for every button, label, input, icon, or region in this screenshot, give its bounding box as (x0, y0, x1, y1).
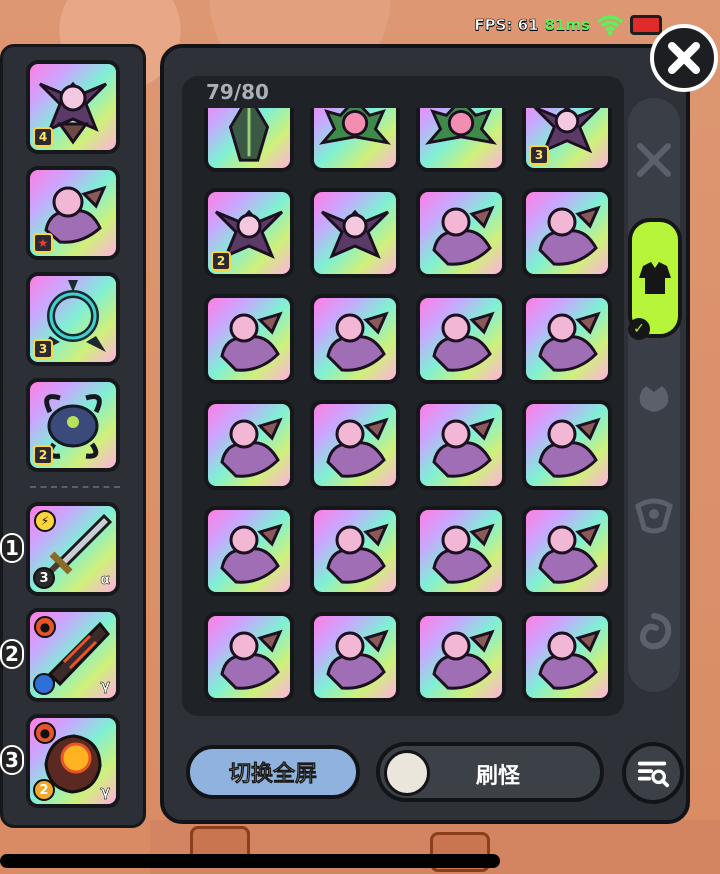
pink-dragon-icon (538, 417, 601, 478)
pink-dragon-icon (220, 311, 283, 372)
level-badge: 2 (33, 445, 53, 465)
inventory-item-pink-dragon[interactable] (416, 294, 506, 384)
inventory-item-pink-dragon[interactable] (416, 506, 506, 596)
pink-dragon-icon (326, 523, 389, 584)
emblem-icon (635, 498, 673, 534)
inventory-item-pink-dragon[interactable] (204, 506, 294, 596)
inventory-item-pink-dragon[interactable] (310, 294, 400, 384)
level-badge: 2 (33, 779, 55, 801)
grade-label: γ (100, 784, 110, 801)
inventory-count: 79/80 (206, 80, 269, 104)
equip-slot-4[interactable]: 2 (26, 378, 120, 472)
inventory-item-pink-dragon[interactable] (310, 400, 400, 490)
equip-slot-2[interactable]: ★ (26, 166, 120, 260)
pink-dragon-icon (326, 417, 389, 478)
grade-label: γ (100, 678, 110, 695)
star-badge: ★ (33, 233, 53, 253)
section-divider (30, 486, 120, 488)
inventory-item-pink-dragon[interactable] (416, 612, 506, 702)
pink-dragon-icon (432, 311, 495, 372)
inventory-item-pink-dragon[interactable] (522, 294, 612, 384)
inventory-item-winged-demon[interactable]: 2 (204, 188, 294, 278)
pink-dragon-icon (432, 629, 495, 690)
pink-dragon-icon (220, 523, 283, 584)
pink-dragon-icon (220, 417, 283, 478)
inventory-item-winged-demon[interactable] (310, 188, 400, 278)
inventory-item-pink-dragon[interactable] (522, 506, 612, 596)
pink-dragon-icon (538, 205, 601, 266)
bag-icon (639, 386, 669, 412)
weapon-slot-3[interactable]: ● 2 γ (26, 714, 120, 808)
pink-dragon-icon (432, 417, 495, 478)
lightning-icon: ⚡ (34, 510, 56, 532)
tab-bag[interactable] (634, 376, 674, 416)
home-indicator (0, 854, 500, 868)
grade-label: α (100, 572, 110, 589)
weapon-slot-number: 2 (0, 639, 24, 669)
pink-dragon-icon (432, 523, 495, 584)
filter-search-icon (637, 761, 670, 788)
inventory-item-pink-dragon[interactable] (204, 612, 294, 702)
pink-dragon-icon (432, 205, 495, 266)
level-badge: 4 (33, 127, 53, 147)
pink-dragon-icon (538, 311, 601, 372)
equip-slot-1[interactable]: 4 (26, 60, 120, 154)
wifi-icon (596, 15, 624, 36)
equip-slot-3[interactable]: 3 (26, 272, 120, 366)
tab-emblem[interactable] (634, 494, 674, 534)
inventory-item-pink-dragon[interactable] (204, 400, 294, 490)
inventory-item-pink-dragon[interactable] (310, 506, 400, 596)
inventory-item-pink-dragon[interactable] (204, 294, 294, 384)
crossed-swords-icon (637, 143, 671, 177)
pink-dragon-icon (220, 629, 283, 690)
level-badge: 3 (33, 567, 55, 589)
pink-dragon-icon (326, 311, 389, 372)
weapon-slot-number: 1 (0, 533, 24, 563)
level-badge: 3 (33, 339, 53, 359)
weapon-slot-number: 3 (0, 745, 24, 775)
battery-icon (630, 15, 662, 35)
ping-value: 81ms (544, 16, 590, 34)
level-badge: 2 (211, 251, 231, 271)
winged-demon-icon (320, 209, 390, 259)
pink-dragon-icon (538, 523, 601, 584)
spawn-label: 刷怪 (476, 764, 521, 789)
fps-counter: FPS: 61 (474, 16, 539, 35)
inventory-item-pink-dragon[interactable] (522, 612, 612, 702)
pink-dragon-icon (538, 629, 601, 690)
spawn-monsters-button[interactable]: 刷怪 (376, 742, 604, 802)
fire-icon: ● (34, 722, 56, 744)
pink-dragon-icon (326, 629, 389, 690)
element-orb-icon (33, 673, 55, 695)
tab-weapons[interactable] (634, 140, 674, 180)
tab-armor[interactable]: ✓ (628, 218, 682, 340)
level-badge: 3 (529, 145, 549, 165)
weapon-slot-2[interactable]: ● γ (26, 608, 120, 702)
inventory-item-pink-dragon[interactable] (416, 400, 506, 490)
monster-icon (384, 750, 430, 796)
inventory-item-pink-dragon[interactable] (522, 188, 612, 278)
filter-search-button[interactable] (622, 742, 684, 804)
inventory-item-pink-dragon[interactable] (310, 612, 400, 702)
close-button[interactable] (650, 24, 718, 92)
fire-icon: ● (34, 616, 56, 638)
armor-icon (639, 262, 671, 294)
status-hud: FPS: 61 81ms (474, 14, 662, 36)
tab-check-icon: ✓ (628, 318, 650, 340)
swirl-icon (639, 613, 672, 650)
close-icon (668, 42, 700, 74)
inventory-item-pink-dragon[interactable] (522, 400, 612, 490)
weapon-slot-1[interactable]: ⚡ 3 α (26, 502, 120, 596)
tab-swirl[interactable] (634, 612, 674, 652)
toggle-fullscreen-button[interactable]: 切换全屏 (186, 745, 360, 799)
inventory-item-pink-dragon[interactable] (416, 188, 506, 278)
